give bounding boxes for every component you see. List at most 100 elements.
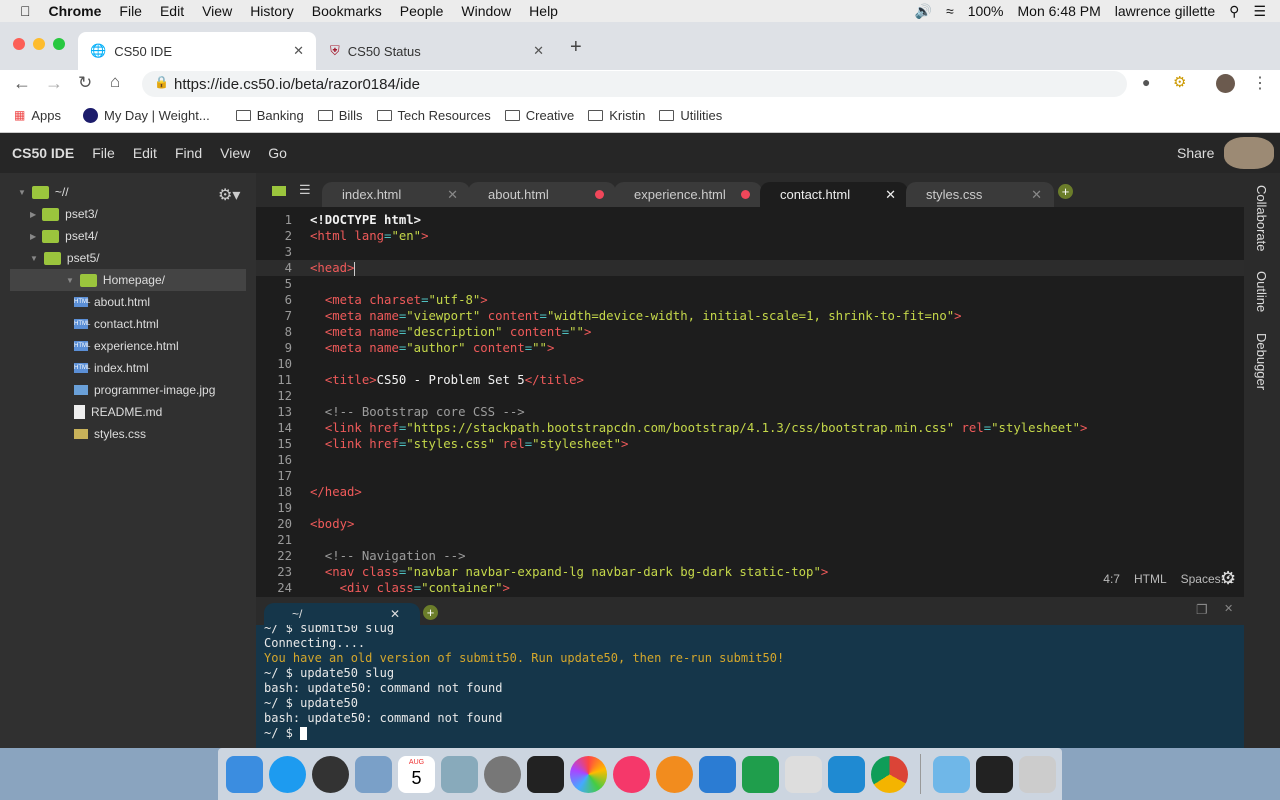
new-tab-button[interactable]: + (570, 36, 582, 59)
editor-tab[interactable]: contact.html ✕ (760, 182, 908, 207)
dashboard-icon[interactable] (312, 755, 349, 793)
reload-icon[interactable]: ↻ (78, 73, 92, 93)
code-line[interactable]: 4 <head> (256, 260, 1244, 276)
outline-list-icon[interactable]: ☰ (299, 182, 311, 198)
code-line[interactable]: 17 (256, 468, 1244, 484)
menu-help[interactable]: Help (529, 3, 558, 19)
tree-item[interactable]: HTML index.html (74, 357, 149, 379)
code-line[interactable]: 15 <link href="styles.css" rel="styleshe… (256, 436, 1244, 452)
tree-item[interactable]: HTML contact.html (74, 313, 159, 335)
code-line[interactable]: 18 </head> (256, 484, 1244, 500)
ide-menu-edit[interactable]: Edit (133, 145, 157, 161)
caret-right-icon[interactable]: ▶ (30, 232, 36, 241)
finder-icon[interactable] (226, 755, 263, 793)
editor-settings-gear-icon[interactable]: ⚙ (1220, 568, 1236, 589)
collaborate-tab[interactable]: Collaborate (1254, 185, 1269, 252)
close-panel-icon[interactable]: ✕ (1224, 602, 1233, 615)
code-line[interactable]: 24 <div class="container"> (256, 580, 1244, 596)
image-capture-icon[interactable] (441, 755, 478, 793)
ide-logo[interactable]: CS50 IDE (12, 145, 74, 161)
word-icon[interactable] (699, 755, 736, 793)
language-mode[interactable]: HTML (1134, 572, 1167, 586)
tree-item[interactable]: HTML about.html (74, 291, 150, 313)
menu-history[interactable]: History (250, 3, 294, 19)
vscode-icon[interactable] (828, 755, 865, 793)
zoom-window-button[interactable] (53, 38, 65, 50)
editor-tab[interactable]: index.html ✕ (322, 182, 470, 207)
system-preferences-icon[interactable] (785, 755, 822, 793)
bookmark-creative[interactable]: Creative (504, 108, 574, 123)
bookmark-tech-resources[interactable]: Tech Resources (376, 108, 491, 123)
code-line[interactable]: 21 (256, 532, 1244, 548)
bookmark-utilities[interactable]: Utilities (659, 108, 722, 123)
tree-item[interactable]: programmer-image.jpg (74, 379, 215, 401)
forward-icon[interactable]: → (45, 73, 63, 94)
cursor-position[interactable]: 4:7 (1103, 572, 1120, 586)
caret-right-icon[interactable]: ▶ (30, 210, 36, 219)
bookmark-apps[interactable]: ▦ Apps (14, 108, 61, 123)
editor-tab[interactable]: styles.css ✕ (906, 182, 1054, 207)
ide-menu-find[interactable]: Find (175, 145, 202, 161)
code-line[interactable]: 19 (256, 500, 1244, 516)
menu-view[interactable]: View (202, 3, 232, 19)
editor-tab[interactable]: experience.html (614, 182, 762, 207)
itunes-icon[interactable] (613, 755, 650, 793)
ide-menu-file[interactable]: File (92, 145, 115, 161)
tree-item[interactable]: HTML experience.html (74, 335, 179, 357)
tree-item[interactable]: README.md (74, 401, 162, 423)
close-tab-icon[interactable]: ✕ (533, 43, 544, 59)
minimize-window-button[interactable] (33, 38, 45, 50)
user-avatar-cat[interactable] (1224, 137, 1274, 169)
code-line[interactable]: 20 <body> (256, 516, 1244, 532)
close-window-button[interactable] (13, 38, 25, 50)
user-name[interactable]: lawrence gillette (1115, 3, 1215, 19)
back-icon[interactable]: ← (13, 73, 31, 94)
calendar-icon[interactable]: AUG 5 (398, 755, 435, 793)
caret-down-icon[interactable]: ▼ (66, 276, 74, 285)
close-terminal-tab-icon[interactable]: ✕ (390, 607, 400, 621)
app-store-icon[interactable] (269, 755, 306, 793)
volume-icon[interactable]: 🔊 (915, 3, 932, 20)
code-line[interactable]: 9 <meta name="author" content=""> (256, 340, 1244, 356)
browser-tab-cs50-status[interactable]: ⛨ CS50 Status ✕ (318, 32, 556, 70)
preview-icon[interactable] (355, 755, 392, 793)
close-tab-icon[interactable]: ✕ (1031, 187, 1042, 203)
code-line[interactable]: 13 <!-- Bootstrap core CSS --> (256, 404, 1244, 420)
home-icon[interactable]: ⌂ (110, 72, 120, 92)
bookmark-banking[interactable]: Banking (235, 108, 304, 123)
menu-people[interactable]: People (400, 3, 444, 19)
new-terminal-button[interactable]: + (423, 605, 438, 620)
menu-file[interactable]: File (119, 3, 142, 19)
terminal-app-icon[interactable] (976, 755, 1013, 793)
battery-status[interactable]: 100% (968, 3, 1004, 19)
caret-down-icon[interactable]: ▼ (18, 188, 26, 197)
menu-chrome[interactable]: Chrome (49, 3, 102, 19)
excel-icon[interactable] (742, 755, 779, 793)
ide-menu-view[interactable]: View (220, 145, 250, 161)
tree-item[interactable]: ▶ pset4/ (30, 225, 98, 247)
code-line[interactable]: 22 <!-- Navigation --> (256, 548, 1244, 564)
close-tab-icon[interactable]: ✕ (885, 187, 896, 203)
clock[interactable]: Mon 6:48 PM (1018, 3, 1101, 19)
applications-folder-icon[interactable] (933, 755, 970, 793)
tree-settings-gear-icon[interactable]: ⚙▾ (218, 185, 240, 205)
bookmark-my-day[interactable]: My Day | Weight... (82, 107, 210, 123)
close-tab-icon[interactable]: ✕ (293, 43, 304, 59)
tree-item[interactable]: ▼ Homepage/ (10, 269, 246, 291)
code-line[interactable]: 7 <meta name="viewport" content="width=d… (256, 308, 1244, 324)
trash-icon[interactable] (1019, 755, 1056, 793)
code-line[interactable]: 3 (256, 244, 1244, 260)
bookmark-kristin[interactable]: Kristin (588, 108, 645, 123)
tree-item[interactable]: ▶ pset3/ (30, 203, 98, 225)
tree-item[interactable]: ▼ ~// (18, 181, 69, 203)
outline-tab[interactable]: Outline (1254, 271, 1269, 312)
url-bar[interactable]: 🔒 https://ide.cs50.io/beta/razor0184/ide (142, 71, 1127, 97)
menu-window[interactable]: Window (461, 3, 511, 19)
tree-item[interactable]: styles.css (74, 423, 146, 445)
close-tab-icon[interactable]: ✕ (447, 187, 458, 203)
share-button[interactable]: Share (1177, 145, 1214, 161)
code-line[interactable]: 1 <!DOCTYPE html> (256, 212, 1244, 228)
unsaved-dot-icon[interactable] (595, 190, 604, 199)
photos-icon[interactable] (570, 755, 607, 793)
code-line[interactable]: 2 <html lang="en"> (256, 228, 1244, 244)
